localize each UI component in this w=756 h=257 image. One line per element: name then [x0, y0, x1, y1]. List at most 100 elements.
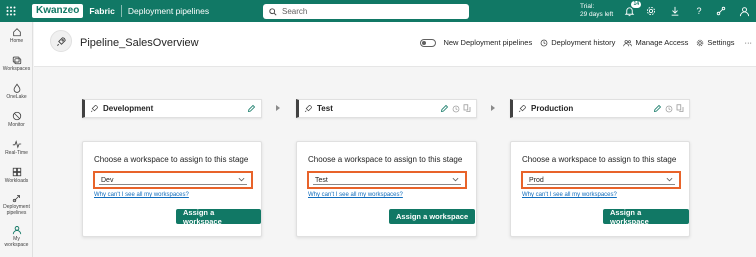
my-workspace-icon [12, 226, 21, 235]
workspace-select[interactable]: Test [307, 171, 467, 189]
assign-workspace-button[interactable]: Assign a workspace [603, 208, 689, 226]
share-icon[interactable] [714, 4, 728, 18]
edit-icon[interactable] [440, 104, 449, 113]
card-title: Choose a workspace to assign to this sta… [522, 155, 677, 164]
stage-header-production[interactable]: Production [510, 99, 690, 118]
stage-card-development: Choose a workspace to assign to this sta… [82, 141, 262, 237]
assign-workspace-button[interactable]: Assign a workspace [176, 208, 261, 226]
card-title: Choose a workspace to assign to this sta… [94, 155, 249, 164]
new-pipelines-toggle[interactable]: New Deployment pipelines [420, 38, 532, 47]
stage-name: Test [317, 104, 333, 113]
rail-label: Home [9, 38, 24, 44]
trial-status: Trial: 29 days left [580, 3, 613, 19]
workspace-select[interactable]: Dev [93, 171, 253, 189]
more-options-button[interactable]: ··· [745, 38, 753, 47]
rail-item-monitor[interactable]: Monitor [0, 111, 33, 128]
rail-item-deployment-pipelines[interactable]: Deployment pipelines [0, 193, 33, 216]
stage-card-test: Choose a workspace to assign to this sta… [296, 141, 477, 237]
access-label: Manage Access [635, 38, 689, 47]
compare-icon[interactable] [463, 104, 471, 113]
card-title: Choose a workspace to assign to this sta… [308, 155, 463, 164]
trial-label: Trial: [580, 3, 595, 10]
rail-label: Monitor [8, 122, 25, 128]
rail-item-workspaces[interactable]: Workspaces [0, 55, 33, 72]
pipeline-icon [50, 30, 72, 52]
stage-name: Development [103, 104, 154, 113]
rocket-icon [518, 104, 527, 113]
chevron-down-icon [238, 177, 245, 182]
history-icon[interactable] [452, 105, 460, 113]
select-underline [99, 184, 247, 185]
search-placeholder: Search [282, 7, 308, 16]
rail-item-onelake[interactable]: OneLake [0, 83, 33, 100]
workspaces-icon [12, 56, 21, 65]
rail-item-realtime[interactable]: Real-Time [0, 139, 33, 156]
rail-label: pipelines [6, 210, 27, 216]
select-underline [313, 184, 461, 185]
onelake-icon [13, 83, 20, 93]
chevron-down-icon [452, 177, 459, 182]
rail-label: Real-Time [5, 150, 28, 156]
realtime-icon [12, 140, 21, 149]
notification-count: 14 [631, 1, 641, 8]
toggle-switch[interactable] [420, 38, 437, 47]
rail-item-workloads[interactable]: Workloads [0, 167, 33, 184]
workspace-select[interactable]: Prod [521, 171, 681, 189]
why-workspaces-link[interactable]: Why can't I see all my workspaces? [94, 192, 189, 198]
history-icon [540, 39, 548, 46]
bell-icon[interactable]: 14 [622, 1, 641, 18]
assign-workspace-button[interactable]: Assign a workspace [389, 209, 476, 224]
gear-icon[interactable] [644, 4, 658, 18]
gear-icon [697, 39, 704, 46]
toggle-label: New Deployment pipelines [443, 38, 533, 47]
trial-days-left: 29 days left [580, 11, 614, 18]
people-icon [623, 39, 633, 46]
search-icon [269, 7, 277, 16]
compare-icon[interactable] [676, 104, 684, 113]
pipeline-header: Pipeline_SalesOverview New Deployment pi… [34, 22, 756, 67]
rail-label: OneLake [6, 94, 27, 100]
selected-workspace: Prod [529, 176, 544, 184]
settings-label: Settings [707, 38, 735, 47]
avatar-icon[interactable] [737, 4, 751, 18]
rocket-icon [304, 104, 313, 113]
edit-icon[interactable] [247, 104, 256, 113]
header-actions: New Deployment pipelines Deployment hist… [412, 38, 752, 47]
rail-label: Workspaces [2, 66, 31, 72]
history-label: Deployment history [551, 38, 616, 47]
workloads-icon [12, 167, 21, 177]
chevron-down-icon [666, 177, 673, 182]
search-input[interactable]: Search [263, 4, 469, 19]
help-icon[interactable]: ? [692, 4, 706, 18]
rail-item-my-workspace[interactable]: My workspace [0, 225, 33, 248]
stage-header-test[interactable]: Test [296, 99, 477, 118]
pipelines-icon [12, 195, 20, 203]
monitor-icon [12, 111, 21, 121]
edit-icon[interactable] [653, 104, 662, 113]
breadcrumb[interactable]: Deployment pipelines [128, 6, 209, 16]
stage-header-development[interactable]: Development [82, 99, 262, 118]
fabric-brand[interactable]: Fabric [89, 5, 122, 17]
home-icon [12, 28, 21, 37]
rail-label: Workloads [4, 178, 29, 184]
manage-access-button[interactable]: Manage Access [623, 38, 688, 47]
stage-card-production: Choose a workspace to assign to this sta… [510, 141, 690, 237]
page-title: Pipeline_SalesOverview [80, 37, 199, 49]
kwanzeo-logo: Kwanzeo [32, 4, 84, 18]
why-workspaces-link[interactable]: Why can't I see all my workspaces? [522, 192, 617, 198]
settings-button[interactable]: Settings [696, 38, 735, 47]
stage-name: Production [531, 104, 574, 113]
left-rail: Home Workspaces OneLake Monitor Real-Tim… [0, 22, 33, 257]
history-icon[interactable] [665, 105, 673, 113]
selected-workspace: Test [315, 176, 328, 184]
top-bar: Kwanzeo Fabric Deployment pipelines Sear… [0, 0, 756, 22]
rail-item-home[interactable]: Home [0, 27, 33, 44]
waffle-icon[interactable] [0, 0, 22, 22]
chevron-right-icon [274, 104, 282, 112]
why-workspaces-link[interactable]: Why can't I see all my workspaces? [308, 192, 403, 198]
deployment-history-button[interactable]: Deployment history [540, 38, 615, 47]
selected-workspace: Dev [101, 176, 114, 184]
rail-label: workspace [4, 242, 29, 248]
chevron-right-icon [489, 104, 497, 112]
download-icon[interactable] [668, 4, 682, 18]
